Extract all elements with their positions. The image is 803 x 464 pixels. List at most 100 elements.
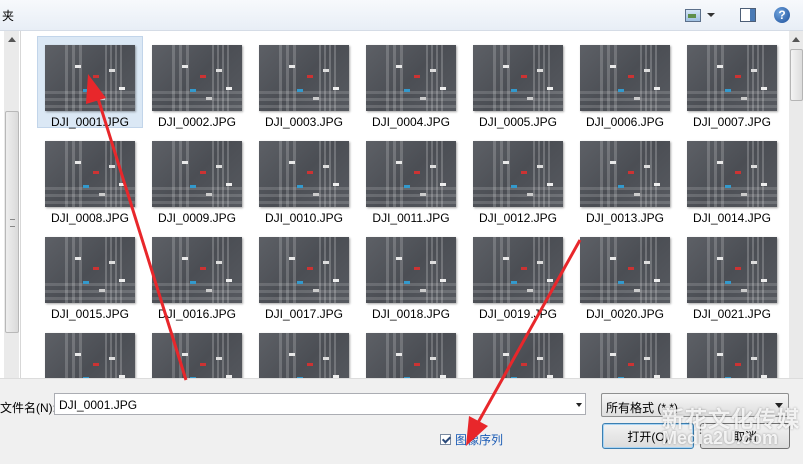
file-name-label: DJI_0002.JPG xyxy=(157,115,237,129)
file-thumbnail[interactable] xyxy=(687,333,777,378)
scroll-up-arrow-icon[interactable] xyxy=(792,37,800,42)
file-item[interactable]: DJI_0006.JPG xyxy=(573,37,677,129)
file-thumbnail[interactable] xyxy=(580,141,670,207)
file-thumbnail[interactable] xyxy=(152,237,242,303)
file-thumbnail[interactable] xyxy=(473,45,563,111)
file-thumbnail[interactable] xyxy=(580,45,670,111)
file-name-label: DJI_0009.JPG xyxy=(157,211,237,225)
preview-pane-icon xyxy=(740,8,756,22)
file-name-label: DJI_0019.JPG xyxy=(478,307,558,321)
file-thumbnail[interactable] xyxy=(45,237,135,303)
file-item[interactable]: DJI_0021.JPG xyxy=(680,229,784,321)
file-name-label: DJI_0005.JPG xyxy=(478,115,558,129)
file-item[interactable]: DJI_0001.JPG xyxy=(37,36,143,129)
file-item[interactable] xyxy=(145,325,249,378)
file-item[interactable]: DJI_0008.JPG xyxy=(38,133,142,225)
file-thumbnail[interactable] xyxy=(580,333,670,378)
file-item[interactable]: DJI_0009.JPG xyxy=(145,133,249,225)
file-item[interactable]: DJI_0013.JPG xyxy=(573,133,677,225)
file-name-label: DJI_0008.JPG xyxy=(50,211,130,225)
file-item[interactable]: DJI_0011.JPG xyxy=(359,133,463,225)
file-name-label: DJI_0014.JPG xyxy=(692,211,772,225)
image-sequence-option[interactable]: 图像序列 xyxy=(440,431,503,448)
file-thumbnail[interactable] xyxy=(473,237,563,303)
grip-icon xyxy=(10,219,15,227)
file-thumbnail[interactable] xyxy=(45,141,135,207)
file-thumbnail[interactable] xyxy=(366,45,456,111)
image-sequence-checkbox[interactable] xyxy=(440,434,451,445)
file-thumbnail[interactable] xyxy=(366,237,456,303)
scroll-up-arrow-icon[interactable] xyxy=(8,37,16,42)
navigation-pane xyxy=(0,31,21,378)
file-item[interactable]: DJI_0014.JPG xyxy=(680,133,784,225)
file-name-label: DJI_0018.JPG xyxy=(371,307,451,321)
watermark-logo-url: Media2U.com xyxy=(662,428,779,448)
file-thumbnail[interactable] xyxy=(259,141,349,207)
file-item[interactable]: DJI_0020.JPG xyxy=(573,229,677,321)
file-item[interactable] xyxy=(680,325,784,378)
filename-field[interactable]: DJI_0001.JPG xyxy=(54,393,586,415)
file-item[interactable] xyxy=(38,325,142,378)
file-thumbnail[interactable] xyxy=(366,333,456,378)
file-item[interactable]: DJI_0016.JPG xyxy=(145,229,249,321)
file-item[interactable]: DJI_0002.JPG xyxy=(145,37,249,129)
file-item[interactable]: DJI_0007.JPG xyxy=(680,37,784,129)
file-thumbnail[interactable] xyxy=(152,141,242,207)
toolbar: 夹 ? xyxy=(0,0,803,31)
file-item[interactable] xyxy=(359,325,463,378)
change-view-icon xyxy=(685,8,701,22)
file-item[interactable] xyxy=(252,325,356,378)
image-sequence-label[interactable]: 图像序列 xyxy=(455,431,503,448)
file-name-label: DJI_0020.JPG xyxy=(585,307,665,321)
file-thumbnail[interactable] xyxy=(259,237,349,303)
file-name-label: DJI_0011.JPG xyxy=(372,211,450,225)
file-grid: DJI_0001.JPG DJI_0002.JPG DJI_0003.JPG DJI_… xyxy=(21,31,789,378)
file-name-label: DJI_0016.JPG xyxy=(157,307,237,321)
file-thumbnail[interactable] xyxy=(45,333,135,378)
file-thumbnail[interactable] xyxy=(152,45,242,111)
breadcrumb[interactable]: 夹 xyxy=(2,7,14,24)
file-name-label: DJI_0013.JPG xyxy=(585,211,665,225)
file-thumbnail[interactable] xyxy=(259,45,349,111)
file-thumbnail[interactable] xyxy=(259,333,349,378)
file-name-label: DJI_0006.JPG xyxy=(585,115,665,129)
change-view-button[interactable] xyxy=(684,5,716,25)
file-thumbnail[interactable] xyxy=(687,141,777,207)
navigation-scrollbar[interactable] xyxy=(4,31,19,378)
file-thumbnail[interactable] xyxy=(473,333,563,378)
file-thumbnail[interactable] xyxy=(580,237,670,303)
file-item[interactable] xyxy=(466,325,570,378)
file-item[interactable] xyxy=(573,325,677,378)
file-item[interactable]: DJI_0004.JPG xyxy=(359,37,463,129)
chevron-down-icon[interactable] xyxy=(576,403,582,407)
file-item[interactable]: DJI_0010.JPG xyxy=(252,133,356,225)
scrollbar-thumb[interactable] xyxy=(790,49,803,101)
file-item[interactable]: DJI_0003.JPG xyxy=(252,37,356,129)
file-thumbnail[interactable] xyxy=(687,237,777,303)
file-name-label: DJI_0010.JPG xyxy=(264,211,344,225)
chevron-down-icon xyxy=(707,13,715,17)
file-item[interactable]: DJI_0019.JPG xyxy=(466,229,570,321)
file-name-label: DJI_0001.JPG xyxy=(50,115,130,129)
file-thumbnail[interactable] xyxy=(45,45,135,111)
file-thumbnail[interactable] xyxy=(687,45,777,111)
file-name-label: DJI_0007.JPG xyxy=(692,115,772,129)
file-item[interactable]: DJI_0012.JPG xyxy=(466,133,570,225)
help-button[interactable]: ? xyxy=(772,5,792,25)
filename-value[interactable]: DJI_0001.JPG xyxy=(59,398,137,412)
file-name-label: DJI_0017.JPG xyxy=(264,307,344,321)
scrollbar-thumb[interactable] xyxy=(5,111,19,333)
file-name-label: DJI_0004.JPG xyxy=(371,115,451,129)
file-item[interactable]: DJI_0018.JPG xyxy=(359,229,463,321)
file-thumbnail[interactable] xyxy=(366,141,456,207)
file-item[interactable]: DJI_0017.JPG xyxy=(252,229,356,321)
file-name-label: DJI_0021.JPG xyxy=(692,307,772,321)
file-grid-scrollbar[interactable] xyxy=(789,31,803,378)
preview-pane-button[interactable] xyxy=(738,5,758,25)
file-item[interactable]: DJI_0005.JPG xyxy=(466,37,570,129)
help-icon: ? xyxy=(774,7,790,23)
file-thumbnail[interactable] xyxy=(152,333,242,378)
file-name-label: DJI_0003.JPG xyxy=(264,115,344,129)
file-thumbnail[interactable] xyxy=(473,141,563,207)
file-item[interactable]: DJI_0015.JPG xyxy=(38,229,142,321)
